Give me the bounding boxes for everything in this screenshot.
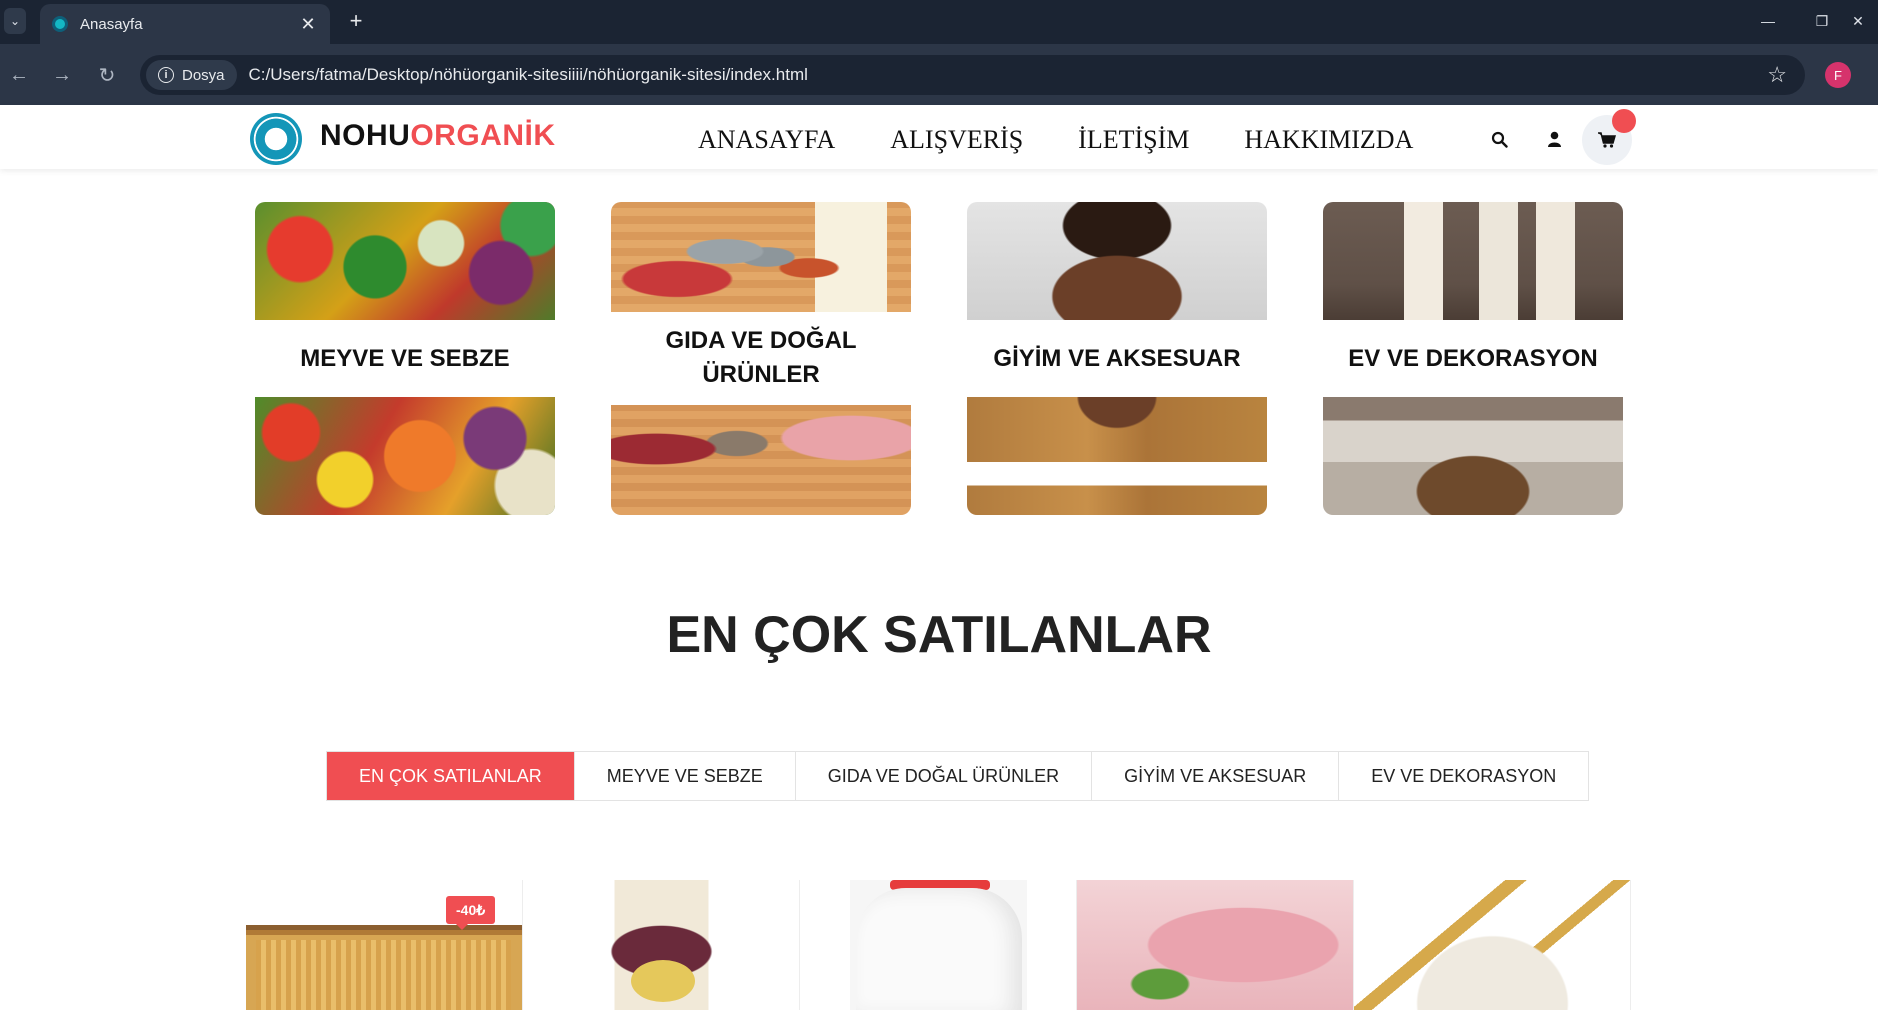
url-text[interactable]: C:/Users/fatma/Desktop/nöhüorganik-sites… [249, 65, 1768, 85]
category-card-ev-dekorasyon[interactable]: EV VE DEKORASYON [1323, 202, 1623, 515]
product-image-chicken [1077, 880, 1353, 1010]
tab-title: Anasayfa [80, 15, 143, 33]
logo-text[interactable]: NOHUORGANİK [320, 119, 556, 153]
nav-iletisim[interactable]: İLETİŞİM [1078, 125, 1189, 155]
category-image-bottom [255, 397, 555, 515]
main-nav: ANASAYFA ALIŞVERİŞ İLETİŞİM HAKKIMIZDA [698, 125, 1468, 155]
site-chip-label: Dosya [182, 66, 225, 84]
filter-giyim[interactable]: GİYİM VE AKSESUAR [1092, 752, 1340, 800]
filter-en-cok-satilanlar[interactable]: EN ÇOK SATILANLAR [327, 752, 575, 800]
site-header: NOHUORGANİK ANASAYFA ALIŞVERİŞ İLETİŞİM … [0, 105, 1878, 169]
user-icon[interactable] [1542, 127, 1566, 151]
restore-button[interactable]: ❐ [1802, 8, 1842, 34]
product-image-milk [800, 880, 1076, 1010]
site-info-chip[interactable]: i Dosya [146, 60, 237, 90]
category-card-meyve-sebze[interactable]: MEYVE VE SEBZE [255, 202, 555, 515]
category-image-top [611, 202, 911, 312]
filter-gida[interactable]: GIDA VE DOĞAL ÜRÜNLER [795, 752, 1093, 800]
filter-ev-dekorasyon[interactable]: EV VE DEKORASYON [1339, 752, 1589, 800]
category-label: GİYİM VE AKSESUAR [993, 345, 1241, 372]
category-image-bottom [611, 405, 911, 515]
product-card[interactable]: -40₺ [246, 880, 523, 1010]
logo-part-1: NOHU [320, 119, 411, 152]
category-label: EV VE DEKORASYON [1348, 345, 1598, 372]
tab-search-button[interactable]: ⌄ [4, 8, 26, 34]
product-card[interactable] [1354, 880, 1631, 1010]
category-label: GIDA VE DOĞAL [665, 327, 857, 354]
nav-hakkimizda[interactable]: HAKKIMIZDA [1244, 125, 1413, 155]
favicon-icon [52, 16, 68, 32]
product-card[interactable] [800, 880, 1077, 1010]
category-image-top [255, 202, 555, 320]
logo-part-2: ORGANİK [410, 119, 556, 152]
nav-anasayfa[interactable]: ANASAYFA [698, 125, 835, 155]
category-label-line2: ÜRÜNLER [702, 361, 820, 388]
forward-button[interactable]: → [47, 60, 77, 90]
logo-emblem[interactable] [250, 113, 302, 165]
product-image-echinacea-tea [523, 880, 799, 1010]
category-label: MEYVE VE SEBZE [300, 345, 510, 372]
category-card-giyim[interactable]: GİYİM VE AKSESUAR [967, 202, 1267, 515]
back-button[interactable]: ← [4, 60, 34, 90]
search-icon[interactable] [1487, 127, 1511, 151]
browser-tab[interactable]: Anasayfa ✕ [40, 4, 330, 44]
minimize-button[interactable]: — [1748, 8, 1788, 34]
category-image-top [1323, 202, 1623, 320]
browser-toolbar: ← → ↻ i Dosya C:/Users/fatma/Desktop/nöh… [0, 44, 1878, 105]
info-icon: i [158, 67, 174, 83]
tab-strip: ⌄ Anasayfa ✕ + — ❐ ✕ [0, 0, 1878, 44]
close-window-button[interactable]: ✕ [1838, 8, 1878, 34]
product-filter-tabs: EN ÇOK SATILANLAR MEYVE VE SEBZE GIDA VE… [326, 751, 1590, 801]
nav-alisveris[interactable]: ALIŞVERİŞ [890, 125, 1023, 155]
section-title: EN ÇOK SATILANLAR [666, 606, 1212, 664]
discount-badge: -40₺ [446, 896, 496, 930]
product-card[interactable] [523, 880, 800, 1010]
category-image-bottom [1323, 397, 1623, 515]
category-image-bottom [967, 397, 1267, 515]
product-card[interactable] [1077, 880, 1354, 1010]
bookmark-star-icon[interactable]: ☆ [1767, 62, 1787, 88]
cart-badge [1612, 109, 1636, 133]
cart-icon [1598, 132, 1616, 148]
new-tab-button[interactable]: + [344, 8, 368, 34]
profile-avatar[interactable]: F [1825, 62, 1851, 88]
category-card-gida[interactable]: GIDA VE DOĞAL ÜRÜNLER [611, 202, 911, 515]
filter-meyve-sebze[interactable]: MEYVE VE SEBZE [574, 752, 796, 800]
browser-chrome: ⌄ Anasayfa ✕ + — ❐ ✕ ← → ↻ i Dosya C:/Us… [0, 0, 1878, 105]
product-image-wheat-flour [1354, 880, 1630, 1010]
close-tab-icon[interactable]: ✕ [298, 14, 318, 35]
category-image-top [967, 202, 1267, 320]
address-bar[interactable]: i Dosya C:/Users/fatma/Desktop/nöhüorgan… [140, 55, 1805, 95]
reload-button[interactable]: ↻ [92, 60, 122, 90]
